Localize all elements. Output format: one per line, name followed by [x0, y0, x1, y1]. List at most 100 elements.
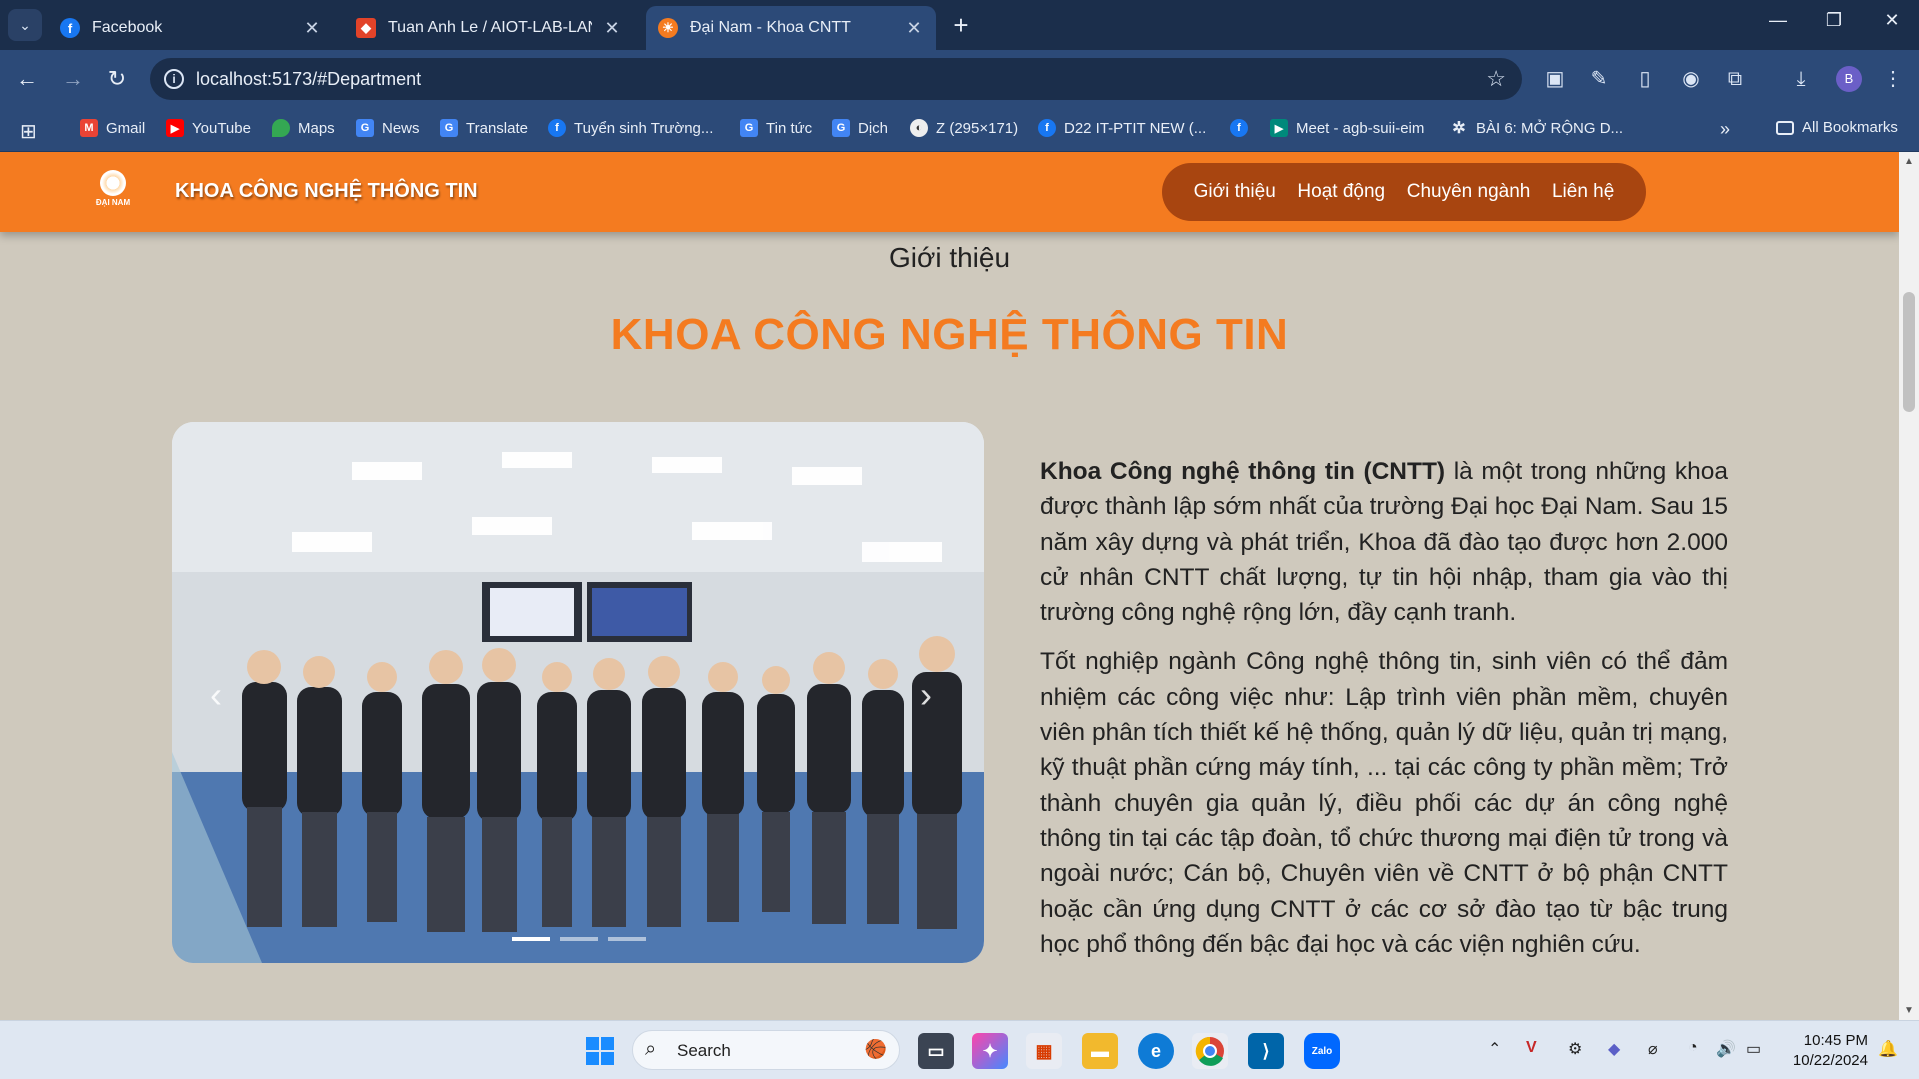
minimize-button[interactable]: —: [1758, 10, 1798, 31]
chrome-icon[interactable]: [1192, 1033, 1228, 1069]
camera-off-icon[interactable]: ⌀: [1648, 1039, 1658, 1059]
site-title: KHOA CÔNG NGHỆ THÔNG TIN: [175, 180, 478, 202]
dainam-logo[interactable]: ĐẠI NAM: [88, 170, 138, 214]
all-bookmarks[interactable]: All Bookmarks: [1776, 119, 1898, 136]
carousel-next-icon[interactable]: ›: [920, 674, 932, 716]
taskbar-search[interactable]: ⌕ Search 🏀: [632, 1030, 900, 1070]
scroll-down-icon[interactable]: ▼: [1899, 1005, 1919, 1016]
nav-hoat-dong[interactable]: Hoạt động: [1297, 181, 1385, 203]
bookmark-youtube[interactable]: ▶ YouTube: [166, 119, 251, 137]
bookmark-tuyen-sinh[interactable]: f Tuyển sinh Trường...: [548, 119, 713, 137]
description-paragraph-1: Khoa Công nghệ thông tin (CNTT) là một t…: [1040, 458, 1728, 627]
profile-avatar[interactable]: B: [1836, 66, 1862, 92]
back-button[interactable]: ←: [12, 64, 42, 94]
facebook-icon: f: [1230, 119, 1248, 137]
description-paragraph-2: Tốt nghiệp ngành Công nghệ thông tin, si…: [1040, 648, 1728, 958]
group-photo-image: [172, 422, 984, 963]
wifi-icon[interactable]: ◔: [1688, 1039, 1698, 1057]
system-clock[interactable]: 10:45 PM 10/22/2024: [1784, 1031, 1868, 1071]
apps-grid-icon[interactable]: ⊞: [20, 119, 37, 144]
battery-icon[interactable]: ▭: [1746, 1039, 1761, 1059]
microsoft-store-icon[interactable]: ▦: [1026, 1033, 1062, 1069]
bookmark-maps[interactable]: Maps: [272, 119, 335, 137]
department-description: Khoa Công nghệ thông tin (CNTT) là một t…: [1040, 454, 1728, 976]
browser-toolbar: ← → ↻ i localhost:5173/#Department ☆ ▣ ✎…: [0, 50, 1919, 108]
nav-chuyen-nganh[interactable]: Chuyên ngành: [1407, 181, 1531, 203]
reload-button[interactable]: ↻: [102, 64, 132, 94]
photo-carousel[interactable]: ‹ ›: [172, 422, 984, 963]
carousel-dot[interactable]: [608, 937, 646, 941]
tab-title: Đại Nam - Khoa CNTT: [690, 19, 851, 36]
tray-app-icon[interactable]: V: [1526, 1039, 1537, 1057]
volume-icon[interactable]: 🔊: [1716, 1039, 1736, 1059]
zalo-icon[interactable]: Zalo: [1304, 1033, 1340, 1069]
page-scrollbar[interactable]: ▲ ▼: [1899, 152, 1919, 1020]
maps-icon: [272, 119, 290, 137]
bookmark-d22[interactable]: f D22 IT-PTIT NEW (...: [1038, 119, 1206, 137]
search-icon: ⌕: [645, 1038, 657, 1060]
download-icon[interactable]: ⤓: [1786, 64, 1816, 94]
tab-facebook[interactable]: f Facebook ✕: [48, 6, 334, 50]
close-icon[interactable]: ✕: [904, 18, 924, 39]
facebook-icon: f: [548, 119, 566, 137]
nav-lien-he[interactable]: Liên hệ: [1552, 181, 1614, 203]
gmail-icon: M: [80, 119, 98, 137]
task-view-icon[interactable]: ▭: [918, 1033, 954, 1069]
forward-button[interactable]: →: [58, 64, 88, 94]
news-icon: G: [356, 119, 374, 137]
tray-overflow-icon[interactable]: ⌃: [1488, 1039, 1501, 1059]
bookmark-news[interactable]: G News: [356, 119, 420, 137]
extension-eyedropper-icon[interactable]: ✎: [1584, 64, 1614, 94]
carousel-dot[interactable]: [560, 937, 598, 941]
meet-icon: ▶: [1270, 119, 1288, 137]
bookmark-tin-tuc[interactable]: G Tin tức: [740, 119, 812, 137]
extension-screenshot-icon[interactable]: ▣: [1540, 64, 1570, 94]
file-explorer-icon[interactable]: ▬: [1082, 1033, 1118, 1069]
edge-icon[interactable]: e: [1138, 1033, 1174, 1069]
bookmark-gmail[interactable]: M Gmail: [80, 119, 145, 137]
close-icon[interactable]: ✕: [302, 18, 322, 39]
address-bar[interactable]: i localhost:5173/#Department ☆: [150, 58, 1522, 100]
scroll-up-icon[interactable]: ▲: [1899, 156, 1919, 167]
vscode-icon[interactable]: ⟩: [1248, 1033, 1284, 1069]
scroll-thumb[interactable]: [1903, 292, 1915, 412]
bookmark-meet[interactable]: ▶ Meet - agb-suii-eim: [1270, 119, 1424, 137]
windows-taskbar: ⌕ Search 🏀 ▭ ✦ ▦ ▬ e ⟩ Zalo ⌃ V ⚙ ◆ ⌀ ◔ …: [0, 1020, 1919, 1079]
bookmark-z[interactable]: ◐ Z (295×171): [910, 119, 1018, 137]
copilot-icon[interactable]: ✦: [972, 1033, 1008, 1069]
notification-bell-icon[interactable]: 🔔: [1878, 1039, 1898, 1059]
close-window-button[interactable]: ✕: [1872, 10, 1912, 31]
nav-gioi-thieu[interactable]: Giới thiệu: [1194, 181, 1276, 203]
site-info-icon[interactable]: i: [164, 69, 184, 89]
bookmark-star-icon[interactable]: ☆: [1486, 66, 1506, 92]
tray-settings-icon[interactable]: ⚙: [1568, 1039, 1582, 1059]
tab-search-button[interactable]: ⌄: [8, 9, 42, 41]
menu-dots-icon[interactable]: ⋮: [1878, 64, 1908, 94]
youtube-icon: ▶: [166, 119, 184, 137]
carousel-prev-icon[interactable]: ‹: [210, 674, 222, 716]
bookmark-translate[interactable]: G Translate: [440, 119, 528, 137]
url-text[interactable]: localhost:5173/#Department: [196, 69, 421, 90]
browser-tab-bar: ⌄ f Facebook ✕ ◆ Tuan Anh Le / AIOT-LAB-…: [0, 0, 1919, 50]
tab-title: Facebook: [92, 19, 163, 36]
close-icon[interactable]: ✕: [602, 18, 622, 39]
gitlab-icon: ◆: [356, 18, 376, 38]
new-tab-button[interactable]: +: [946, 10, 976, 41]
extension-device-icon[interactable]: ▯: [1630, 64, 1660, 94]
main-nav: Giới thiệu Hoạt động Chuyên ngành Liên h…: [1162, 163, 1646, 221]
bookmarks-overflow-icon[interactable]: »: [1720, 119, 1730, 140]
sun-logo-icon: [100, 170, 126, 196]
tab-gitlab[interactable]: ◆ Tuan Anh Le / AIOT-LAB-LANDI ✕: [344, 6, 634, 50]
clock-date: 10/22/2024: [1792, 1052, 1868, 1069]
extensions-puzzle-icon[interactable]: ⧉: [1720, 64, 1750, 94]
bookmark-dich[interactable]: G Dịch: [832, 119, 888, 137]
bookmark-bai6[interactable]: ✲ BÀI 6: MỞ RỘNG D...: [1450, 119, 1623, 138]
tab-dainam[interactable]: ☀ Đại Nam - Khoa CNTT ✕: [646, 6, 936, 50]
bookmark-facebook[interactable]: f: [1230, 119, 1256, 137]
extension-devtools-icon[interactable]: ◉: [1676, 64, 1706, 94]
windows-start-icon[interactable]: [582, 1033, 618, 1069]
carousel-dot[interactable]: [512, 937, 550, 941]
tab-title: Tuan Anh Le / AIOT-LAB-LANDI: [388, 19, 592, 36]
teams-icon[interactable]: ◆: [1608, 1039, 1620, 1059]
restore-button[interactable]: ❐: [1814, 10, 1854, 31]
